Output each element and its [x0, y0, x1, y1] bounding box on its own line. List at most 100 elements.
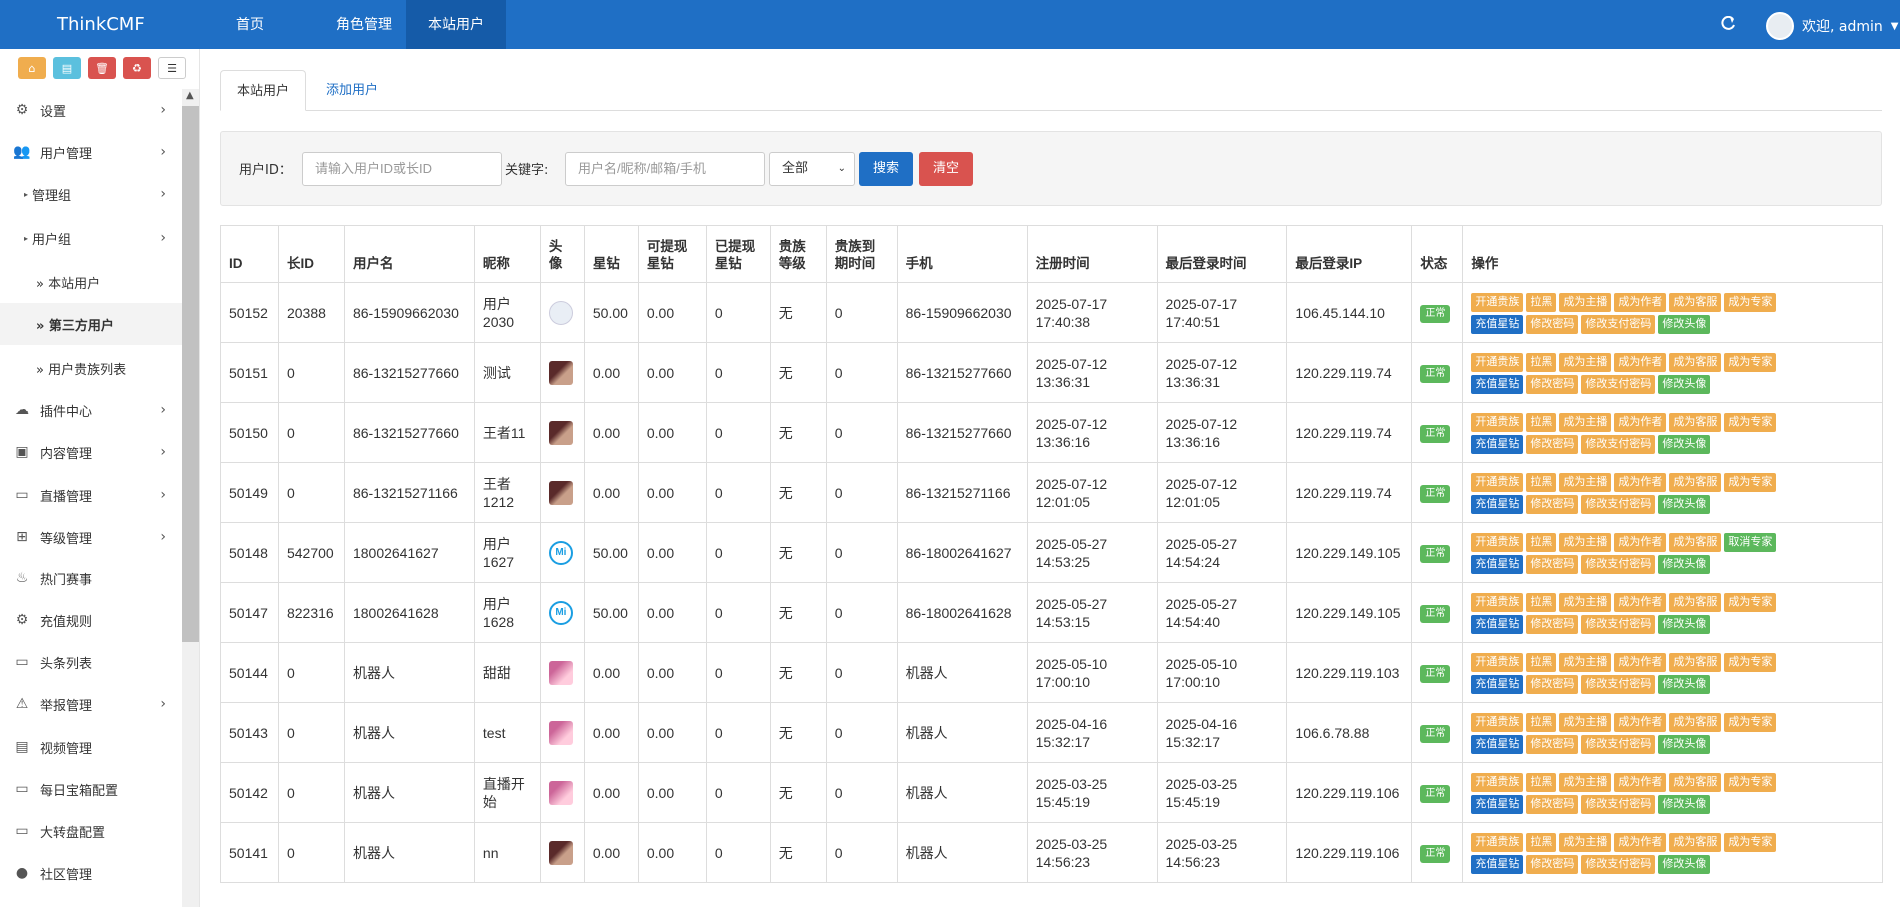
- action-button[interactable]: 修改密码: [1526, 434, 1579, 454]
- action-button[interactable]: 开通贵族: [1471, 772, 1524, 792]
- action-button[interactable]: 拉黑: [1526, 352, 1557, 372]
- action-button[interactable]: 成为客服: [1669, 472, 1722, 492]
- home-icon[interactable]: ⌂: [18, 57, 46, 79]
- expert-button[interactable]: 成为专家: [1724, 712, 1777, 732]
- expert-button[interactable]: 成为专家: [1724, 652, 1777, 672]
- action-button[interactable]: 修改密码: [1526, 494, 1579, 514]
- nav-roles[interactable]: 角色管理: [312, 0, 416, 49]
- action-button[interactable]: 开通贵族: [1471, 712, 1524, 732]
- sidebar-item-7[interactable]: ☁ 插件中心 ›: [0, 389, 182, 431]
- action-button[interactable]: 成为作者: [1614, 532, 1667, 552]
- action-button[interactable]: 修改头像: [1658, 314, 1711, 334]
- sidebar-item-6[interactable]: » 用户贵族列表: [0, 347, 182, 389]
- action-button[interactable]: 修改密码: [1526, 854, 1579, 874]
- action-button[interactable]: 充值星钻: [1471, 674, 1524, 694]
- action-button[interactable]: 修改密码: [1526, 314, 1579, 334]
- expert-button[interactable]: 成为专家: [1724, 832, 1777, 852]
- action-button[interactable]: 开通贵族: [1471, 532, 1524, 552]
- action-button[interactable]: 成为客服: [1669, 652, 1722, 672]
- action-button[interactable]: 开通贵族: [1471, 412, 1524, 432]
- action-button[interactable]: 开通贵族: [1471, 832, 1524, 852]
- action-button[interactable]: 成为主播: [1559, 592, 1612, 612]
- sidebar-item-16[interactable]: ▭ 每日宝箱配置: [0, 768, 182, 810]
- sidebar-item-2[interactable]: ▸ 管理组 ›: [0, 173, 182, 215]
- action-button[interactable]: 开通贵族: [1471, 352, 1524, 372]
- action-button[interactable]: 成为主播: [1559, 652, 1612, 672]
- action-button[interactable]: 修改头像: [1658, 374, 1711, 394]
- action-button[interactable]: 拉黑: [1526, 712, 1557, 732]
- action-button[interactable]: 充值星钻: [1471, 314, 1524, 334]
- scroll-up-icon[interactable]: ▲: [186, 90, 194, 101]
- search-button[interactable]: 搜索: [859, 152, 913, 186]
- action-button[interactable]: 开通贵族: [1471, 592, 1524, 612]
- action-button[interactable]: 修改支付密码: [1581, 554, 1656, 574]
- action-button[interactable]: 成为作者: [1614, 652, 1667, 672]
- action-button[interactable]: 成为主播: [1559, 772, 1612, 792]
- action-button[interactable]: 成为主播: [1559, 712, 1612, 732]
- action-button[interactable]: 成为作者: [1614, 412, 1667, 432]
- action-button[interactable]: 成为客服: [1669, 532, 1722, 552]
- sidebar-item-4[interactable]: » 本站用户: [0, 261, 182, 303]
- action-button[interactable]: 修改头像: [1658, 734, 1711, 754]
- tab-add-user[interactable]: 添加用户: [310, 70, 394, 111]
- action-button[interactable]: 充值星钻: [1471, 854, 1524, 874]
- sidebar-item-10[interactable]: ⊞ 等级管理 ›: [0, 516, 182, 558]
- action-button[interactable]: 拉黑: [1526, 772, 1557, 792]
- tab-site-users[interactable]: 本站用户: [220, 70, 307, 111]
- action-button[interactable]: 充值星钻: [1471, 614, 1524, 634]
- action-button[interactable]: 修改密码: [1526, 674, 1579, 694]
- action-button[interactable]: 修改头像: [1658, 674, 1711, 694]
- sidebar-item-15[interactable]: ▤ 视频管理: [0, 726, 182, 768]
- action-button[interactable]: 修改支付密码: [1581, 854, 1656, 874]
- sidebar-item-12[interactable]: ⚙ 充值规则: [0, 599, 182, 641]
- action-button[interactable]: 拉黑: [1526, 652, 1557, 672]
- expert-button[interactable]: 成为专家: [1724, 592, 1777, 612]
- action-button[interactable]: 修改头像: [1658, 854, 1711, 874]
- action-button[interactable]: 修改支付密码: [1581, 374, 1656, 394]
- uid-input[interactable]: 请输入用户ID或长ID: [302, 152, 502, 186]
- recycle-icon[interactable]: ♻: [123, 57, 151, 79]
- nav-site-users[interactable]: 本站用户: [406, 0, 506, 49]
- action-button[interactable]: 修改头像: [1658, 434, 1711, 454]
- action-button[interactable]: 成为客服: [1669, 772, 1722, 792]
- sidebar-item-8[interactable]: ▣ 内容管理 ›: [0, 431, 182, 473]
- expert-button[interactable]: 成为专家: [1724, 412, 1777, 432]
- action-button[interactable]: 修改支付密码: [1581, 434, 1656, 454]
- action-button[interactable]: 成为主播: [1559, 352, 1612, 372]
- action-button[interactable]: 修改密码: [1526, 614, 1579, 634]
- action-button[interactable]: 修改密码: [1526, 794, 1579, 814]
- keyword-input[interactable]: 用户名/昵称/邮箱/手机: [565, 152, 765, 186]
- action-button[interactable]: 成为作者: [1614, 712, 1667, 732]
- expert-button[interactable]: 成为专家: [1724, 472, 1777, 492]
- nav-home[interactable]: 首页: [220, 0, 280, 49]
- sidebar-item-18[interactable]: ● 社区管理: [0, 852, 182, 894]
- action-button[interactable]: 成为客服: [1669, 712, 1722, 732]
- action-button[interactable]: 充值星钻: [1471, 374, 1524, 394]
- action-button[interactable]: 拉黑: [1526, 412, 1557, 432]
- status-select[interactable]: 全部 ⌄: [769, 152, 855, 186]
- action-button[interactable]: 修改头像: [1658, 794, 1711, 814]
- action-button[interactable]: 修改支付密码: [1581, 314, 1656, 334]
- action-button[interactable]: 充值星钻: [1471, 794, 1524, 814]
- action-button[interactable]: 充值星钻: [1471, 434, 1524, 454]
- action-button[interactable]: 修改支付密码: [1581, 734, 1656, 754]
- action-button[interactable]: 充值星钻: [1471, 734, 1524, 754]
- action-button[interactable]: 成为主播: [1559, 532, 1612, 552]
- action-button[interactable]: 成为作者: [1614, 292, 1667, 312]
- action-button[interactable]: 成为作者: [1614, 472, 1667, 492]
- action-button[interactable]: 成为客服: [1669, 352, 1722, 372]
- sidebar-item-5[interactable]: » 第三方用户: [0, 303, 182, 345]
- action-button[interactable]: 修改支付密码: [1581, 794, 1656, 814]
- action-button[interactable]: 成为作者: [1614, 352, 1667, 372]
- expert-button[interactable]: 成为专家: [1724, 772, 1777, 792]
- action-button[interactable]: 成为主播: [1559, 292, 1612, 312]
- action-button[interactable]: 修改头像: [1658, 614, 1711, 634]
- action-button[interactable]: 成为客服: [1669, 412, 1722, 432]
- action-button[interactable]: 拉黑: [1526, 592, 1557, 612]
- action-button[interactable]: 修改头像: [1658, 554, 1711, 574]
- action-button[interactable]: 成为主播: [1559, 472, 1612, 492]
- sidebar-item-9[interactable]: ▭ 直播管理 ›: [0, 474, 182, 516]
- action-button[interactable]: 成为主播: [1559, 412, 1612, 432]
- action-button[interactable]: 修改支付密码: [1581, 614, 1656, 634]
- sidebar-item-14[interactable]: ⚠ 举报管理 ›: [0, 683, 182, 725]
